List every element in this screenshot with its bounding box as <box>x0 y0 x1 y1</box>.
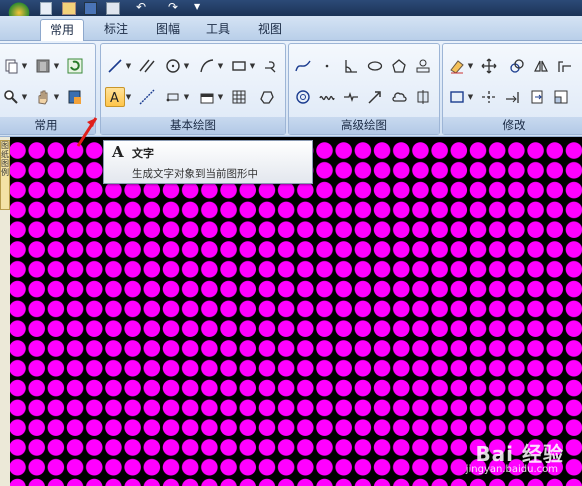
print-icon[interactable] <box>106 2 120 15</box>
dot-grid-pattern <box>10 141 582 486</box>
new-file-icon[interactable] <box>40 2 52 15</box>
tooltip-title: 文字 <box>132 147 154 160</box>
stretch-icon[interactable] <box>527 87 547 107</box>
circle-dropdown-icon[interactable]: ▼ <box>183 56 190 76</box>
ribbon-tab-row: 常用 标注 图幅 工具 视图 <box>0 16 582 41</box>
block-insert-icon[interactable] <box>163 87 183 107</box>
copy-clipboard-icon[interactable] <box>1 56 21 76</box>
tab-dimension[interactable]: 标注 <box>94 19 138 39</box>
arrow-icon[interactable] <box>365 87 385 107</box>
svg-text:A: A <box>110 91 119 105</box>
arc-icon[interactable] <box>197 56 217 76</box>
centerline-icon[interactable] <box>413 87 433 107</box>
qat-dropdown-icon[interactable]: ▼ <box>194 2 200 11</box>
save-icon[interactable] <box>84 2 97 15</box>
tab-common[interactable]: 常用 <box>40 19 84 41</box>
spline-icon[interactable] <box>293 56 313 76</box>
app-logo-icon[interactable] <box>8 0 30 16</box>
line-dropdown-icon[interactable]: ▼ <box>125 56 132 76</box>
ellipse-icon[interactable] <box>365 56 385 76</box>
group-advanced-draw: 高级绘图 <box>288 43 440 135</box>
copy-dropdown-icon[interactable]: ▼ <box>21 56 28 76</box>
tab-tools[interactable]: 工具 <box>196 19 240 39</box>
move-icon[interactable] <box>479 56 499 76</box>
side-panel-label: 图 纸 图 例 <box>1 141 9 177</box>
break-line-icon[interactable] <box>341 87 361 107</box>
properties-icon[interactable] <box>65 87 85 107</box>
refresh-icon[interactable] <box>65 56 85 76</box>
text-dropdown-icon[interactable]: ▼ <box>125 87 132 107</box>
side-panel-tab[interactable]: 图 纸 图 例 <box>0 140 10 210</box>
offset-icon[interactable] <box>555 56 575 76</box>
construction-line-icon[interactable] <box>137 87 157 107</box>
block-dropdown-icon[interactable]: ▼ <box>183 87 190 107</box>
table-dropdown-icon[interactable]: ▼ <box>217 87 224 107</box>
group-label-modify: 修改 <box>443 117 582 134</box>
tab-frame[interactable]: 图幅 <box>146 19 190 39</box>
angle-icon[interactable] <box>341 56 361 76</box>
tab-view[interactable]: 视图 <box>248 19 292 39</box>
point-icon[interactable] <box>317 56 337 76</box>
rectangle-icon[interactable] <box>229 56 249 76</box>
delete-eraser-icon[interactable] <box>447 56 467 76</box>
zoom-dropdown-icon[interactable]: ▼ <box>21 87 28 107</box>
text-a-icon[interactable]: A <box>105 87 125 107</box>
redo-icon[interactable]: ↷ <box>168 0 178 14</box>
pan-dropdown-icon[interactable]: ▼ <box>53 87 60 107</box>
quick-access-toolbar: ↶ ↷ ▼ <box>40 0 210 15</box>
extend-icon[interactable] <box>503 87 523 107</box>
wave-line-icon[interactable] <box>317 87 337 107</box>
pointer-arrow-icon <box>76 117 98 147</box>
line-icon[interactable] <box>105 56 125 76</box>
scale-icon[interactable] <box>551 87 571 107</box>
watermark: Bai 经验 jingyan.baidu.com <box>426 436 576 482</box>
select-dropdown-icon[interactable]: ▼ <box>467 87 474 107</box>
watermark-url: jingyan.baidu.com <box>465 464 558 475</box>
region-icon[interactable] <box>257 87 277 107</box>
pan-hand-icon[interactable] <box>33 87 53 107</box>
layer-icon[interactable] <box>33 56 53 76</box>
drawing-canvas[interactable] <box>10 137 582 486</box>
copy-object-icon[interactable] <box>507 56 527 76</box>
arc-dropdown-icon[interactable]: ▼ <box>217 56 224 76</box>
rectangle-select-icon[interactable] <box>447 87 467 107</box>
title-bar: ↶ ↷ ▼ <box>0 0 582 16</box>
cloud-line-icon[interactable] <box>389 87 409 107</box>
trim-icon[interactable] <box>479 87 499 107</box>
polygon-icon[interactable] <box>389 56 409 76</box>
zoom-icon[interactable] <box>1 87 21 107</box>
group-basic-draw: ▼ ▼ ▼ ▼ A ▼ ▼ ▼ 基本绘图 <box>100 43 286 135</box>
tooltip-text-icon: A <box>112 143 124 161</box>
layer-dropdown-icon[interactable]: ▼ <box>53 56 60 76</box>
mirror-icon[interactable] <box>531 56 551 76</box>
group-modify: ▼ ▼ 修改 <box>442 43 582 135</box>
circle-icon[interactable] <box>163 56 183 76</box>
donut-icon[interactable] <box>293 87 313 107</box>
tooltip-description: 生成文字对象到当前图形中 <box>132 168 258 180</box>
undo-icon[interactable]: ↶ <box>136 0 146 14</box>
user-block-icon[interactable] <box>413 56 433 76</box>
tooltip: A 文字 生成文字对象到当前图形中 <box>103 140 313 184</box>
open-file-icon[interactable] <box>62 2 76 15</box>
group-label-advanced-draw: 高级绘图 <box>289 117 439 134</box>
polyline-icon[interactable] <box>261 56 281 76</box>
group-label-basic-draw: 基本绘图 <box>101 117 285 134</box>
table-icon[interactable] <box>197 87 217 107</box>
delete-dropdown-icon[interactable]: ▼ <box>467 56 474 76</box>
watermark-brand: Bai 经验 <box>475 442 564 466</box>
hatch-icon[interactable] <box>229 87 249 107</box>
parallel-lines-icon[interactable] <box>137 56 157 76</box>
rectangle-dropdown-icon[interactable]: ▼ <box>249 56 256 76</box>
